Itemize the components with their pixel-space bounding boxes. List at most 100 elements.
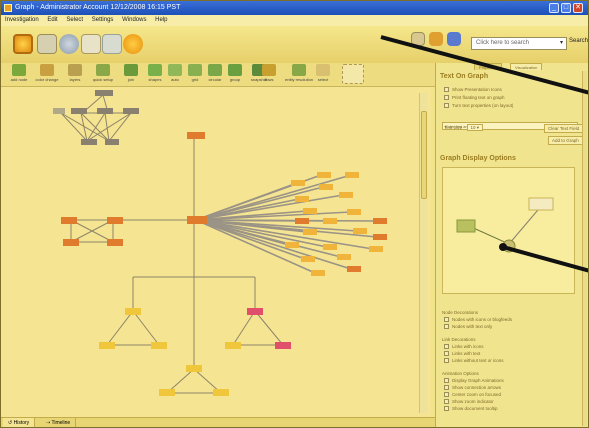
graph-node[interactable] — [186, 365, 202, 372]
radio-icon[interactable] — [444, 317, 449, 323]
graph-node[interactable] — [347, 266, 361, 272]
radio-icon[interactable] — [444, 324, 449, 330]
add-to-graph-button[interactable]: Add to Graph — [548, 136, 583, 145]
option-row[interactable]: Display Graph Animations — [444, 378, 504, 384]
home-icon[interactable] — [13, 34, 33, 54]
graph-node[interactable] — [345, 172, 359, 178]
option-row[interactable]: Nodes with text only — [444, 324, 492, 330]
option-row[interactable]: Show Presentation Icons — [444, 87, 502, 93]
graph-node[interactable] — [81, 139, 97, 145]
graph-node[interactable] — [99, 342, 115, 349]
option-row[interactable]: Show zoom indicator — [444, 399, 494, 405]
graph-node[interactable] — [295, 196, 309, 202]
option-row[interactable]: Links with text — [444, 351, 480, 357]
graph-node[interactable] — [225, 342, 241, 349]
graph-node[interactable] — [105, 139, 119, 145]
graph-node[interactable] — [295, 218, 309, 224]
option-row[interactable]: Links with icons — [444, 344, 484, 350]
menu-settings[interactable]: Settings — [92, 17, 114, 23]
option-row[interactable]: Turn text properties (on layout) — [444, 103, 513, 109]
add-node-tool[interactable]: add node — [5, 64, 33, 82]
folder-icon[interactable] — [81, 34, 101, 54]
graph-node[interactable] — [61, 217, 77, 224]
hub-node[interactable] — [187, 216, 207, 224]
tab-visualization[interactable]: Visualization — [510, 63, 543, 70]
radio-icon[interactable] — [444, 95, 449, 101]
graph-node[interactable] — [311, 270, 325, 276]
graph-node[interactable] — [319, 184, 333, 190]
option-row[interactable]: Links without text or icons — [444, 358, 504, 364]
checkbox-icon[interactable] — [444, 103, 449, 109]
menu-windows[interactable]: Windows — [122, 17, 146, 23]
graph-node[interactable] — [373, 218, 387, 224]
graph-node[interactable] — [323, 244, 337, 250]
graph-node[interactable] — [95, 90, 113, 96]
canvas-scrollbar[interactable] — [419, 93, 427, 413]
menu-investigation[interactable]: Investigation — [5, 17, 39, 23]
graph-node[interactable] — [213, 389, 229, 396]
graph-node[interactable] — [107, 217, 123, 224]
minimize-button[interactable]: _ — [549, 3, 559, 13]
tab-history[interactable]: ↺ History — [3, 418, 36, 427]
graph-node[interactable] — [123, 108, 139, 114]
graph-node[interactable] — [125, 308, 141, 315]
graph-node[interactable] — [107, 239, 123, 246]
checkbox-icon[interactable] — [444, 399, 449, 405]
graph-node[interactable] — [159, 389, 175, 396]
graph-canvas[interactable] — [1, 87, 431, 417]
option-row[interactable]: Show document tooltip — [444, 406, 498, 412]
graph-node[interactable] — [187, 132, 205, 139]
graph-node[interactable] — [317, 172, 331, 178]
color-change-tool[interactable]: color change — [33, 64, 61, 82]
graph-node[interactable] — [285, 242, 299, 248]
graph-node[interactable] — [353, 228, 367, 234]
graph-node[interactable] — [373, 234, 387, 240]
checkbox-icon[interactable] — [444, 385, 449, 391]
graph-node[interactable] — [53, 108, 65, 114]
checkbox-icon[interactable] — [444, 392, 449, 398]
graph-node[interactable] — [151, 342, 167, 349]
radio-icon[interactable] — [444, 358, 449, 364]
menu-help[interactable]: Help — [155, 17, 167, 23]
graph-node[interactable] — [275, 342, 291, 349]
marquee-tool[interactable] — [339, 64, 367, 84]
search-button[interactable]: Search — [569, 38, 588, 44]
graph-node[interactable] — [347, 209, 361, 215]
option-row[interactable]: Print floating text on graph — [444, 95, 505, 101]
graph-node[interactable] — [337, 254, 351, 260]
text-size-select[interactable]: 10 ▾ — [466, 124, 484, 131]
radio-icon[interactable] — [444, 87, 449, 93]
graph-node[interactable] — [71, 108, 87, 114]
panel-scrollbar[interactable] — [582, 71, 587, 426]
star-icon[interactable] — [429, 32, 443, 46]
graph-node[interactable] — [303, 208, 317, 214]
menu-edit[interactable]: Edit — [47, 17, 57, 23]
maximize-button[interactable]: □ — [561, 3, 571, 13]
clear-text-button[interactable]: Clear Text Field — [544, 124, 584, 133]
house-icon[interactable] — [447, 32, 461, 46]
globe-icon[interactable] — [59, 34, 79, 54]
graph-node[interactable] — [63, 239, 79, 246]
close-button[interactable]: ✕ — [573, 3, 583, 13]
select-tool[interactable]: select — [309, 64, 337, 82]
tab-timeline[interactable]: ⇢ Timeline — [41, 418, 77, 427]
search-input[interactable]: Click here to search ▾ — [471, 37, 567, 50]
flag-icon[interactable] — [411, 32, 425, 46]
scrollbar-thumb[interactable] — [421, 111, 427, 199]
tab-properties[interactable]: Properties — [474, 63, 503, 70]
graph-node[interactable] — [301, 256, 315, 262]
network-icon[interactable] — [37, 34, 57, 54]
graph-node[interactable] — [369, 246, 383, 252]
info-icon[interactable] — [123, 34, 143, 54]
graph-node[interactable] — [303, 229, 317, 235]
trash-icon[interactable] — [102, 34, 122, 54]
graph-node[interactable] — [323, 218, 337, 224]
radio-icon[interactable] — [444, 351, 449, 357]
layers-tool[interactable]: layers — [61, 64, 89, 82]
checkbox-icon[interactable] — [444, 406, 449, 412]
graph-node[interactable] — [291, 180, 305, 186]
option-row[interactable]: Nodes with icons or blogfeeds — [444, 317, 512, 323]
option-row[interactable]: Center zoom on focused — [444, 392, 501, 398]
chevron-down-icon[interactable]: ▾ — [560, 38, 563, 49]
graph-node[interactable] — [339, 192, 353, 198]
